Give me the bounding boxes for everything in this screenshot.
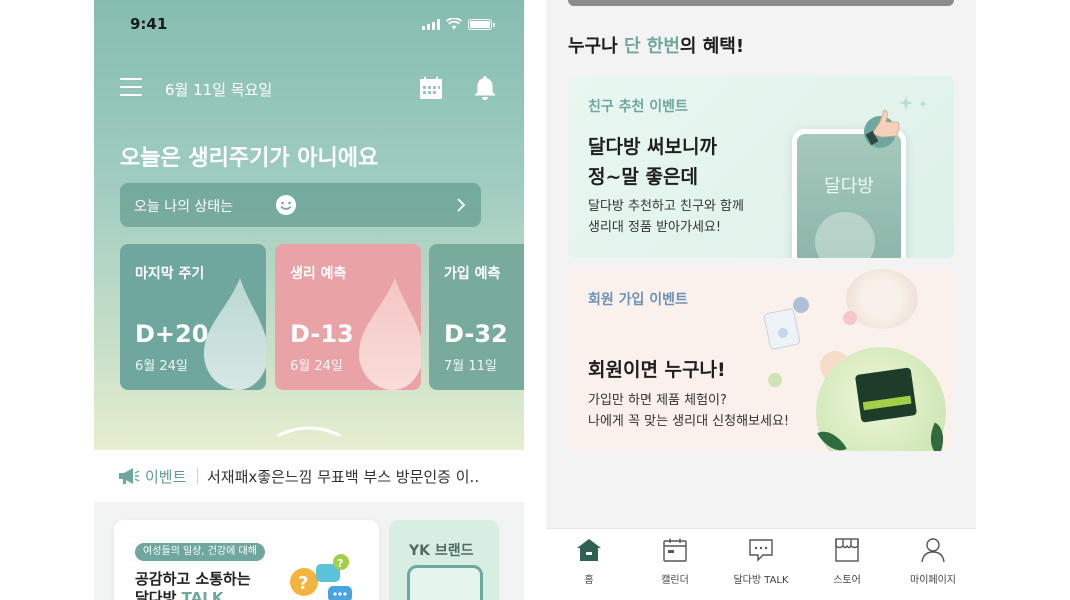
calendar-icon[interactable] [419,76,443,100]
today-date: 6월 11일 목요일 [165,81,273,99]
benefit-accent: 단 한번 [623,36,680,57]
chat-bubbles-icon: ? ? [290,554,352,600]
flowers-image [846,269,918,329]
thumbs-up-icon [864,109,900,148]
smile-icon [276,195,296,215]
cycle-hero: 9:41 6월 11일 목요일 오늘은 생리주기가 아니에요 오늘 나의 상태는… [94,0,524,450]
event-screen: 누구나 단 한번의 혜택! 친구 추천 이벤트 달다방 써보니까 정~말 좋은데… [546,0,976,600]
event-desc-line2: 생리대 정품 받아가세요! [588,220,722,235]
talk-title-prefix: 달다방 [135,589,182,600]
card-dday: D+20 [135,320,209,348]
store-icon [835,538,859,562]
event-title-line2: 정~말 좋은데 [588,166,698,188]
megaphone-icon [119,468,140,484]
card-dday: D-13 [290,320,354,348]
card-date: 6월 24일 [135,359,188,374]
status-bar: 9:41 [94,0,524,50]
chevron-up-icon[interactable] [277,423,341,437]
drop-icon [359,278,421,390]
card-period-prediction[interactable]: 생리 예측 D-13 6월 24일 [275,244,421,390]
person-icon [921,538,945,563]
talk-title-line1: 공감하고 소통하는 [135,570,251,588]
event-title-line1: 달다방 써보니까 [588,136,717,158]
tab-talk[interactable]: 달다방 TALK [726,537,796,593]
card-join-prediction[interactable]: 가입 예측 D-32 7월 11일 [429,244,524,390]
sparkle-icon [899,96,927,110]
tab-label: 홈 [584,575,594,586]
referral-event-card[interactable]: 친구 추천 이벤트 달다방 써보니까 정~말 좋은데 달다방 추천하고 친구와 … [568,76,954,258]
event-description: 가입만 하면 제품 체험이? 나에게 꼭 맞는 생리대 신청해보세요! [588,390,789,432]
card-date: 6월 24일 [290,359,343,374]
status-time: 9:41 [130,15,168,33]
yk-brand-image [407,565,483,600]
talk-title: 공감하고 소통하는 달다방 TALK [135,570,251,600]
talk-pill: 여성들의 일상, 건강에 대해 [135,543,265,561]
chat-icon [749,539,773,562]
mood-check-button[interactable]: 오늘 나의 상태는 [120,183,481,227]
battery-icon [468,18,495,30]
benefit-prefix: 누구나 [568,36,624,57]
chevron-right-icon [457,198,466,212]
event-description: 달다방 추천하고 친구와 함께 생리대 정품 받아가세요! [588,196,744,238]
tab-label: 스토어 [833,575,861,586]
event-desc-line1: 달다방 추천하고 친구와 함께 [588,199,744,214]
flower-decoration [843,311,857,325]
notice-text: 서재패x좋은느낌 무표백 부스 방문인증 이.. [207,468,480,486]
svg-text:?: ? [337,557,343,570]
event-title: 회원이면 누구나! [588,359,726,381]
mood-label: 오늘 나의 상태는 [134,199,234,215]
community-section: 여성들의 일상, 건강에 대해 공감하고 소통하는 달다방 TALK ? ? Y… [94,502,524,600]
talk-banner[interactable]: 여성들의 일상, 건강에 대해 공감하고 소통하는 달다방 TALK ? ? [114,520,379,600]
benefit-suffix: 의 혜택! [679,36,745,57]
calendar-icon [663,538,687,562]
card-title: 가입 예측 [444,266,501,282]
tab-calendar[interactable]: 캘린더 [640,537,710,593]
signal-icon [422,18,440,30]
event-tag: 회원 가입 이벤트 [588,292,688,308]
event-tag: 친구 추천 이벤트 [588,99,688,115]
signup-event-card[interactable]: 회원 가입 이벤트 회원이면 누구나! 가입만 하면 제품 체험이? 나에게 꼭… [568,269,954,451]
event-title: 달다방 써보니까 정~말 좋은데 [588,132,717,192]
home-screen: 9:41 6월 11일 목요일 오늘은 생리주기가 아니에요 오늘 나의 상태는… [94,0,524,600]
yk-brand-label: YK 브랜드 [409,543,474,559]
wifi-icon [446,18,462,30]
mockup-brand: 달다방 [824,176,874,197]
tab-home[interactable]: 홈 [554,537,624,593]
card-date: 7월 11일 [444,359,497,374]
banner-edge [568,0,954,6]
event-notice-bar[interactable]: 이벤트 서재패x좋은느낌 무표백 부스 방문인증 이.. [94,450,524,502]
tab-label: 마이페이지 [910,575,956,586]
divider [197,468,198,484]
top-bar: 6월 11일 목요일 [94,70,524,106]
svg-text:?: ? [298,573,308,594]
home-icon [577,539,601,561]
bottom-tab-bar: 홈 캘린더 달다방 TALK 스토어 마이페이지 [546,528,976,600]
flower-decoration [768,373,782,387]
tab-label: 캘린더 [661,575,689,586]
tab-store[interactable]: 스토어 [812,537,882,593]
tab-mypage[interactable]: 마이페이지 [898,537,968,593]
event-desc-line1: 가입만 하면 제품 체험이? [588,393,727,408]
tab-label: 달다방 TALK [733,575,789,586]
notice-tag: 이벤트 [145,468,187,486]
status-icons [422,18,495,30]
card-last-cycle[interactable]: 마지막 주기 D+20 6월 24일 [120,244,266,390]
yk-brand-card[interactable]: YK 브랜드 [389,520,499,600]
event-desc-line2: 나에게 꼭 맞는 생리대 신청해보세요! [588,414,790,429]
menu-icon[interactable] [120,78,142,96]
product-box [854,367,918,423]
benefit-heading: 누구나 단 한번의 혜택! [568,32,744,58]
bell-icon[interactable] [473,75,497,101]
talk-title-accent: TALK [181,589,224,600]
card-dday: D-32 [444,320,508,348]
card-title: 마지막 주기 [135,266,205,282]
cycle-status-headline: 오늘은 생리주기가 아니에요 [120,146,379,171]
pad-pack-image [763,297,809,350]
card-title: 생리 예측 [290,266,347,282]
